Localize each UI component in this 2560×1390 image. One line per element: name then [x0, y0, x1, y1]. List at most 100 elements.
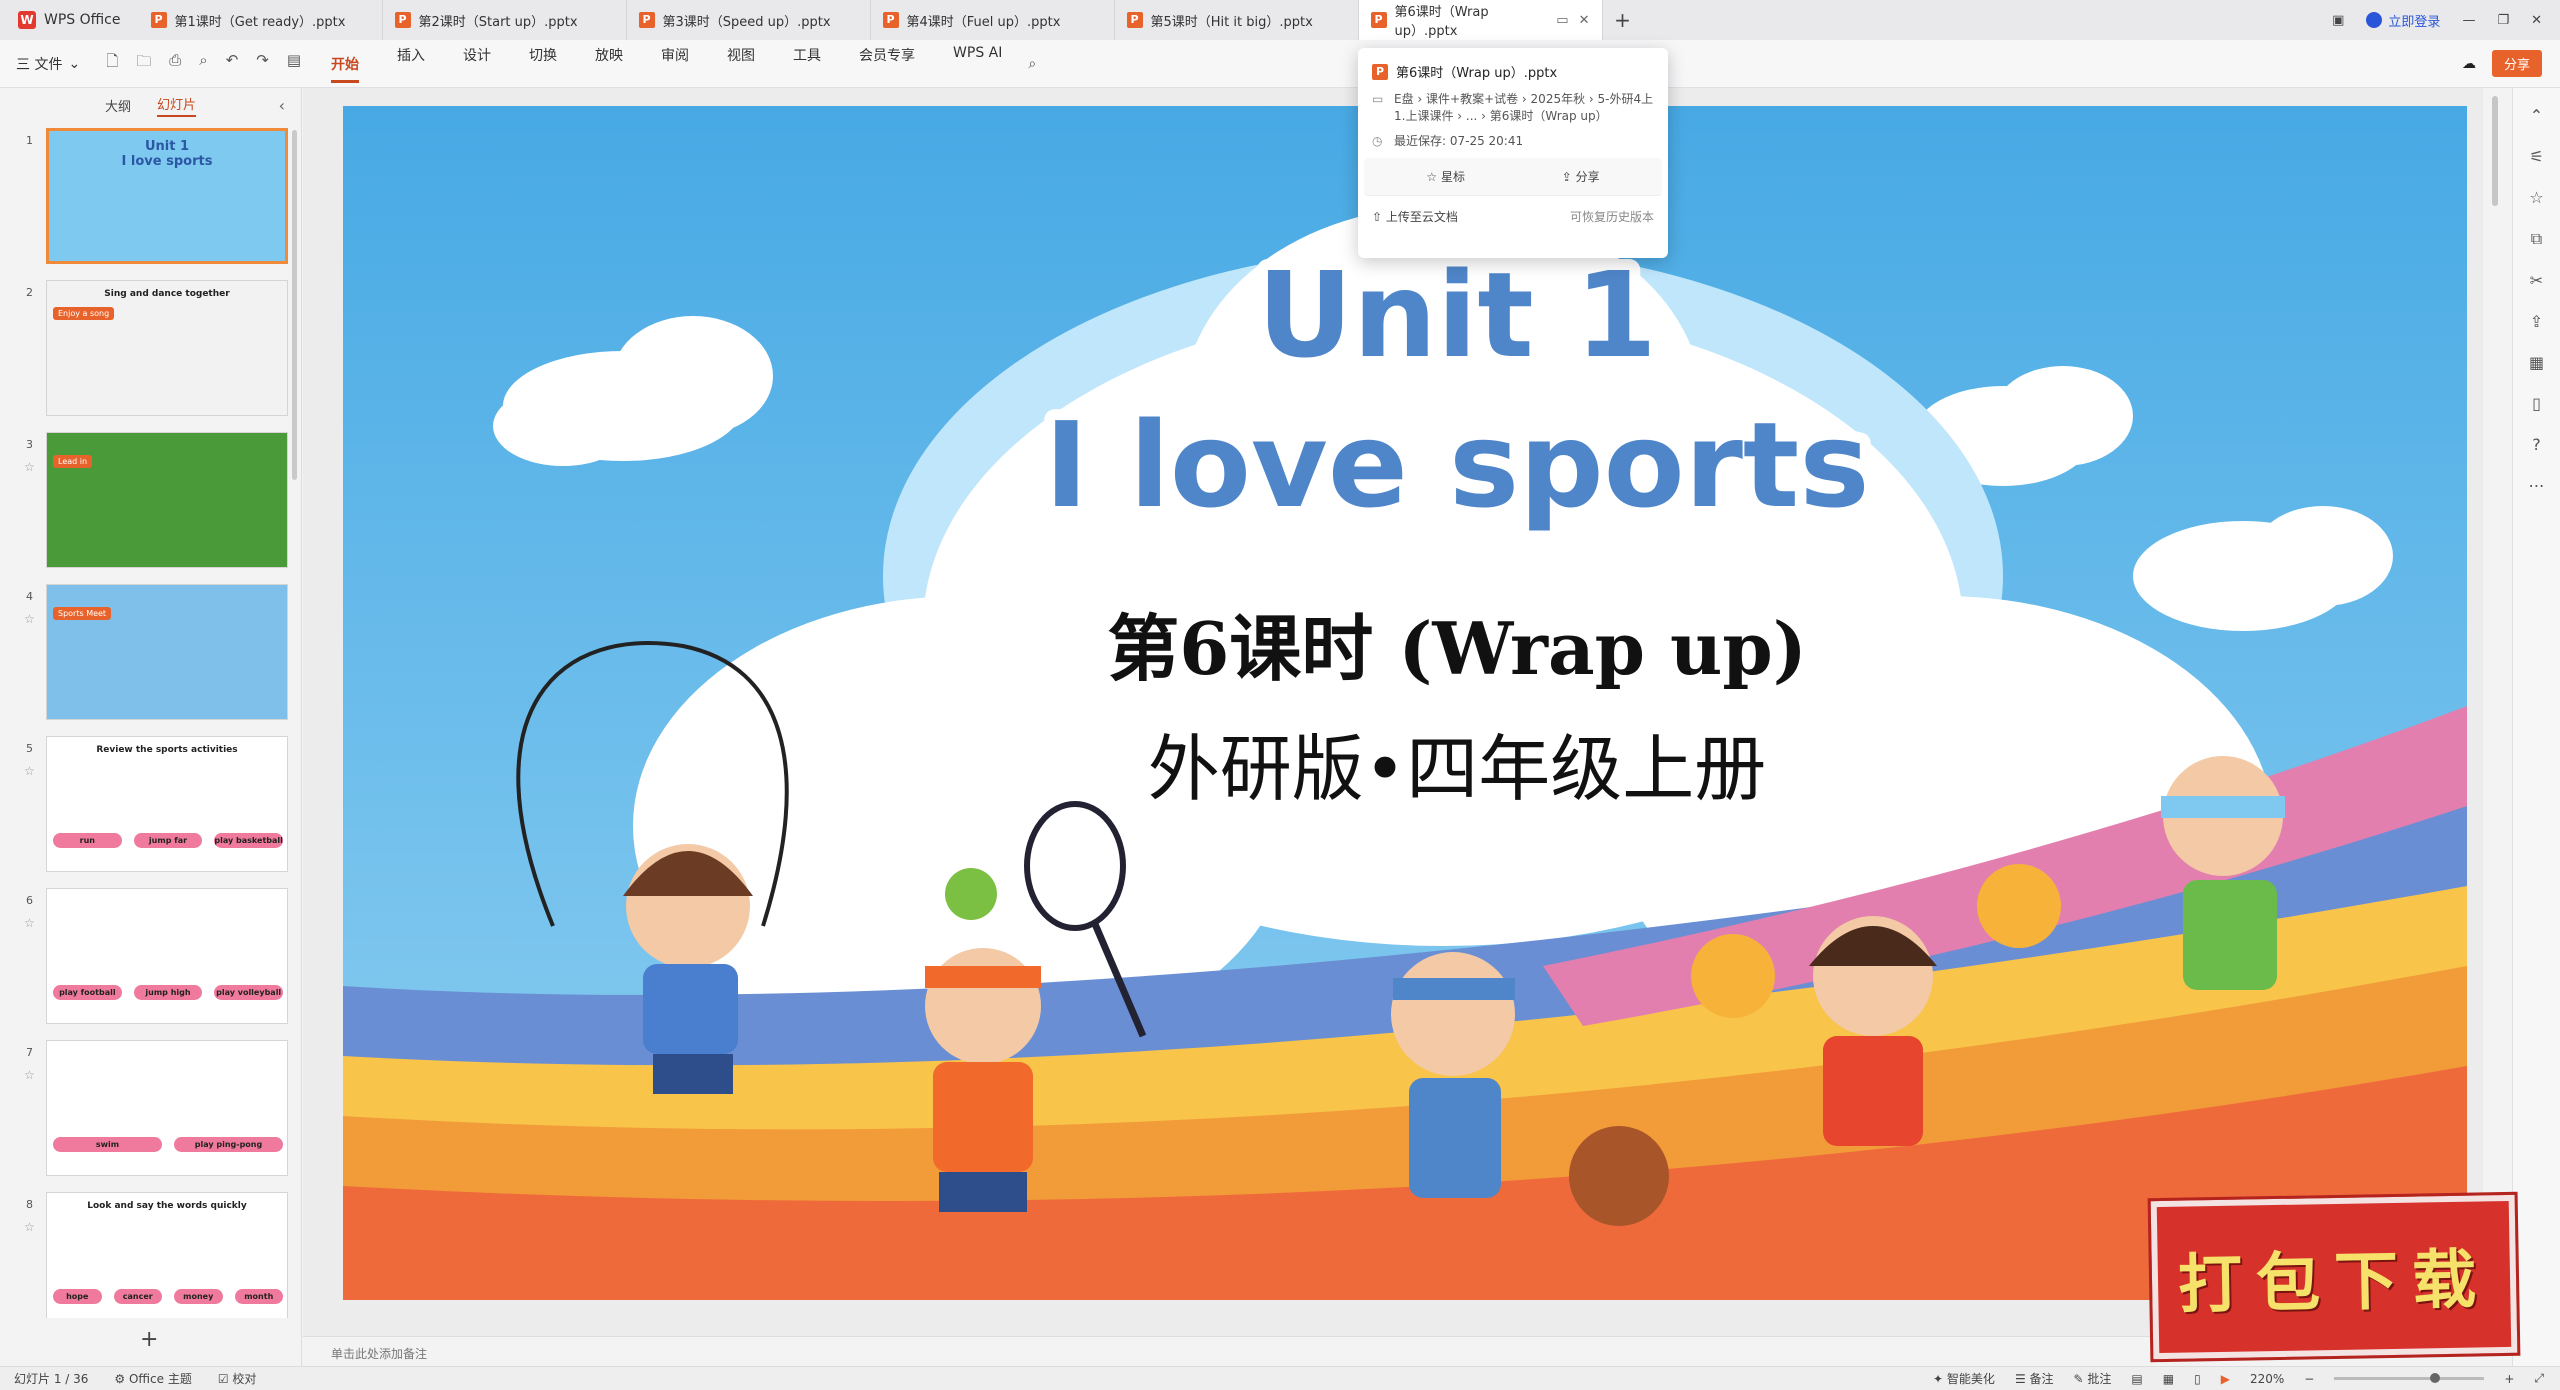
- print-icon[interactable]: ⎙: [169, 51, 181, 76]
- close-icon[interactable]: ✕: [1579, 13, 1590, 28]
- star-icon[interactable]: ☆: [2529, 188, 2543, 207]
- tab-slides[interactable]: 幻灯片: [157, 94, 197, 117]
- doc-tab-2[interactable]: P 第2课时（Start up）.pptx: [383, 0, 627, 40]
- sorter-view-icon[interactable]: ▦: [2163, 1372, 2174, 1386]
- search-icon[interactable]: ⌕: [1028, 56, 1036, 72]
- doc-tab-5[interactable]: P 第5课时（Hit it big）.pptx: [1115, 0, 1359, 40]
- new-tab-button[interactable]: +: [1603, 8, 1643, 32]
- slide-thumbnail[interactable]: Sports Meet: [46, 584, 288, 720]
- open-folder-icon[interactable]: 🗀: [136, 51, 151, 76]
- help-icon[interactable]: ?: [2532, 435, 2541, 454]
- menu-item-2[interactable]: 设计: [463, 45, 491, 83]
- copy-icon[interactable]: ⧉: [2531, 229, 2542, 249]
- reading-view-icon[interactable]: ▯: [2194, 1372, 2201, 1386]
- thumbnail-number: 3: [26, 438, 33, 451]
- zoom-in-icon[interactable]: +: [2504, 1372, 2514, 1386]
- file-menu-button[interactable]: 三 文件 ⌄: [16, 54, 80, 74]
- doc-tab-3[interactable]: P 第3课时（Speed up）.pptx: [627, 0, 871, 40]
- thumbnail-row[interactable]: 2 Sing and dance together Enjoy a song: [0, 280, 302, 420]
- zoom-slider[interactable]: [2334, 1373, 2485, 1383]
- slide-thumbnail[interactable]: Unit 1 I love sports: [46, 128, 288, 264]
- add-slide-button[interactable]: +: [140, 1327, 158, 1352]
- menu-item-9[interactable]: WPS AI: [953, 45, 1002, 83]
- normal-view-icon[interactable]: ▤: [2131, 1372, 2142, 1386]
- theme-label: Office 主题: [128, 1372, 192, 1386]
- more-icon[interactable]: ⋯: [2529, 476, 2545, 495]
- login-button[interactable]: 立即登录: [2366, 11, 2440, 30]
- share-button[interactable]: 分享: [2491, 50, 2542, 77]
- thumbnail-row[interactable]: 1 Unit 1 I love sports: [0, 128, 302, 268]
- menu-item-4[interactable]: 放映: [595, 45, 623, 83]
- thumbnail-row[interactable]: 5 ☆ Review the sports activities run jump fa…: [0, 736, 302, 876]
- slide-thumbnail[interactable]: Look and say the words quickly hope cancer…: [46, 1192, 288, 1318]
- book-icon[interactable]: ▯: [2532, 394, 2541, 413]
- beautify-button[interactable]: ✦ 智能美化: [1933, 1370, 1995, 1387]
- slide-thumbnail[interactable]: swim play ping-pong: [46, 1040, 288, 1176]
- notes-toggle[interactable]: ☰ 备注: [2015, 1370, 2054, 1387]
- slide-1[interactable]: Unit 1 Unit 1 I love sports I love sport…: [343, 106, 2467, 1300]
- star-icon[interactable]: ☆: [24, 916, 35, 930]
- minimize-icon[interactable]: —: [2462, 13, 2475, 28]
- format-painter-icon[interactable]: ▤: [287, 51, 301, 76]
- tab-window-icon[interactable]: ▭: [1556, 13, 1568, 28]
- layout-icon[interactable]: ▣: [2332, 13, 2344, 28]
- slide-thumbnail[interactable]: play football jump high play volleyball: [46, 888, 288, 1024]
- settings-sliders-icon[interactable]: ⚟: [2529, 147, 2543, 166]
- thumbnail-row[interactable]: 7 ☆ swim play ping-pong: [0, 1040, 302, 1180]
- thumbnail-title: Review the sports activities: [96, 745, 238, 755]
- slide-thumbnail[interactable]: Sing and dance together Enjoy a song: [46, 280, 288, 416]
- star-icon[interactable]: ☆: [24, 612, 35, 626]
- redo-icon[interactable]: ↷: [256, 51, 269, 76]
- comment-button[interactable]: ✎ 批注: [2074, 1370, 2112, 1387]
- template-icon[interactable]: ▦: [2529, 353, 2544, 372]
- menu-item-3[interactable]: 切换: [529, 45, 557, 83]
- thumbnail-row[interactable]: 3 ☆ Lead in: [0, 432, 302, 572]
- slide-thumbnail[interactable]: Lead in: [46, 432, 288, 568]
- popup-path[interactable]: E盘 › 课件+教案+试卷 › 2025年秋 › 5-外研4上1.上课课件 › …: [1394, 91, 1654, 125]
- star-icon[interactable]: ☆: [24, 1068, 35, 1082]
- new-doc-icon[interactable]: 🗋: [106, 51, 118, 76]
- doc-tab-4[interactable]: P 第4课时（Fuel up）.pptx: [871, 0, 1115, 40]
- star-icon[interactable]: ☆: [24, 1220, 35, 1234]
- upload-cloud-row[interactable]: ⇧ 上传至云文档 可恢复历史版本: [1358, 196, 1668, 237]
- thumbnail-row[interactable]: 8 ☆ Look and say the words quickly hope canc…: [0, 1192, 302, 1318]
- share-doc-icon[interactable]: ⇪: [2530, 312, 2543, 331]
- menu-item-6[interactable]: 视图: [727, 45, 755, 83]
- tab-outline[interactable]: 大纲: [105, 96, 131, 115]
- thumbnail-row[interactable]: 6 ☆ play football jump high play volleyball: [0, 888, 302, 1028]
- doc-tab-1[interactable]: P 第1课时（Get ready）.pptx: [139, 0, 383, 40]
- preview-icon[interactable]: ⌕: [199, 51, 207, 76]
- menu-item-1[interactable]: 插入: [397, 45, 425, 83]
- doc-tab-6-active[interactable]: P 第6课时（Wrap up）.pptx ▭ ✕: [1358, 0, 1603, 40]
- popup-share-button[interactable]: ⇪ 分享: [1562, 168, 1600, 185]
- wps-home-tab[interactable]: W WPS Office: [0, 0, 139, 40]
- slide-counter: 幻灯片 1 / 36: [14, 1372, 89, 1386]
- theme-indicator[interactable]: ⚙ Office 主题: [114, 1370, 191, 1387]
- restore-icon[interactable]: ❐: [2497, 13, 2509, 28]
- play-slideshow-icon[interactable]: ▶: [2221, 1372, 2230, 1386]
- panel-scrollbar[interactable]: [292, 130, 297, 480]
- slide-thumbnail[interactable]: Review the sports activities run jump far p…: [46, 736, 288, 872]
- window-close-icon[interactable]: ✕: [2531, 13, 2542, 28]
- tools-icon[interactable]: ✂: [2530, 271, 2543, 290]
- proofing-button[interactable]: ☑ 校对: [218, 1370, 257, 1387]
- undo-icon[interactable]: ↶: [226, 51, 239, 76]
- download-stamp[interactable]: 打包下载: [2147, 1191, 2521, 1363]
- zoom-level[interactable]: 220%: [2250, 1372, 2284, 1386]
- menu-item-5[interactable]: 审阅: [661, 45, 689, 83]
- menu-item-0[interactable]: 开始: [331, 54, 360, 83]
- star-icon[interactable]: ☆: [24, 764, 35, 778]
- star-icon[interactable]: ☆: [24, 460, 35, 474]
- star-button[interactable]: ☆ 星标: [1426, 168, 1465, 185]
- cloud-sync-icon[interactable]: ☁: [2462, 56, 2476, 72]
- wps-logo-icon: W: [18, 11, 36, 29]
- zoom-slider-knob[interactable]: [2430, 1373, 2441, 1383]
- chevron-up-icon[interactable]: ⌃: [2530, 106, 2543, 125]
- menu-item-8[interactable]: 会员专享: [859, 45, 915, 83]
- zoom-out-icon[interactable]: −: [2304, 1372, 2314, 1386]
- fit-window-icon[interactable]: ⤢: [2534, 1371, 2544, 1386]
- thumbnail-row[interactable]: 4 ☆ Sports Meet: [0, 584, 302, 724]
- chevron-left-icon[interactable]: ‹: [279, 96, 285, 115]
- menu-item-7[interactable]: 工具: [793, 45, 821, 83]
- canvas-scrollbar[interactable]: [2492, 96, 2498, 206]
